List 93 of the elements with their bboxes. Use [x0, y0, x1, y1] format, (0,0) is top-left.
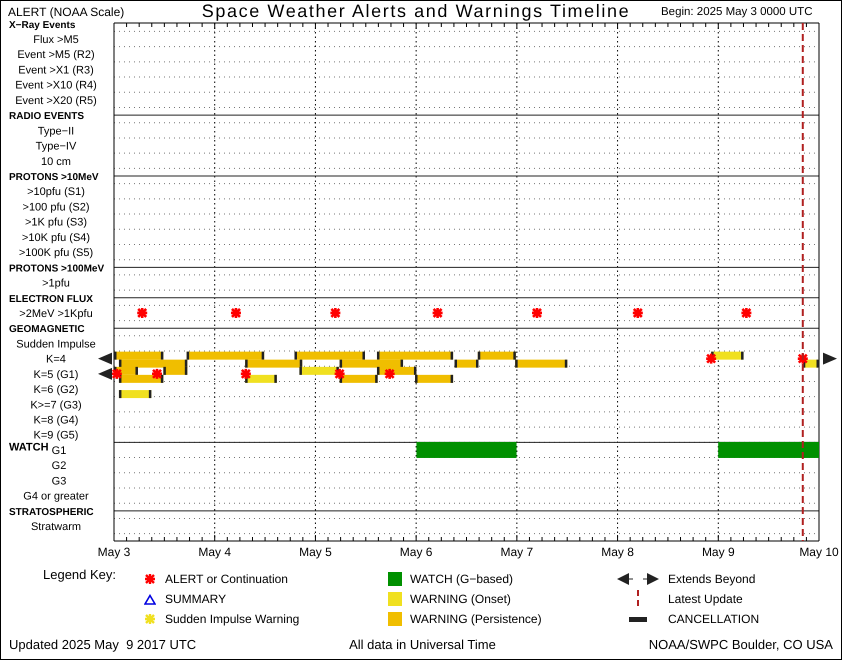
axis-tick-label: May 5	[299, 545, 332, 559]
row-label: K=5 (G1)	[34, 368, 78, 381]
warning-bar	[118, 390, 152, 398]
color-swatch	[388, 612, 402, 626]
row-label: >1pfu	[42, 278, 70, 290]
alert-marker	[136, 306, 148, 320]
right-arrow-icon	[823, 352, 837, 365]
section-heading: ELECTRON FLUX	[9, 294, 93, 305]
dashed-line-icon	[636, 590, 640, 608]
triangle-icon	[144, 594, 156, 604]
row-label: >100 pfu (S2)	[22, 201, 90, 214]
row-label: Event >X10 (R4)	[15, 80, 97, 92]
legend-label: Extends Beyond	[668, 572, 756, 586]
source-label: NOAA/SWPC Boulder, CO USA	[648, 637, 833, 654]
warning-bar	[114, 352, 164, 360]
section-heading: STRATOSPHERIC	[9, 506, 94, 518]
row-label: >1K pfu (S3)	[24, 216, 88, 229]
row-label: >2MeV >1Kpfu	[19, 308, 93, 320]
row-label: Sudden Impulse	[16, 338, 96, 350]
left-arrow-icon	[98, 368, 112, 380]
row-label: K>=7 (G3)	[30, 399, 82, 412]
warning-bar	[515, 360, 568, 368]
time-note: All data in Universal Time	[349, 637, 496, 654]
alert-marker	[431, 306, 444, 320]
axis-tick-label: May 7	[500, 545, 534, 559]
scale-label: ALERT (NOAA Scale)	[7, 4, 126, 18]
alert-marker	[704, 352, 718, 365]
warning-bar	[245, 374, 277, 383]
section-heading: RADIO EVENTS	[9, 111, 84, 122]
row-label: 10 cm	[41, 156, 71, 168]
alert-marker	[333, 368, 346, 380]
row-label: G1	[52, 444, 66, 457]
row-label: G3	[52, 475, 66, 488]
axis-tick-label: May 10	[799, 545, 839, 559]
section-heading: WATCH	[9, 441, 49, 454]
star-icon	[144, 613, 156, 625]
alert-marker	[383, 368, 396, 380]
section-heading: GEOMAGNETIC	[9, 324, 85, 336]
warning-bar	[340, 374, 378, 383]
row-label: Event >M5 (R2)	[17, 49, 95, 62]
row-label: K=6 (G2)	[34, 384, 78, 396]
alert-marker	[230, 306, 242, 320]
warning-bar	[415, 374, 454, 383]
row-label: >10pfu (S1)	[27, 186, 85, 198]
alert-marker	[329, 306, 342, 320]
row-label: Event >X20 (R5)	[15, 94, 97, 107]
alert-marker	[150, 368, 164, 380]
row-label: Type−IV	[36, 140, 76, 153]
section-heading: PROTONS >100MeV	[9, 263, 104, 274]
row-label: Stratwarm	[30, 521, 82, 534]
legend-label: WARNING (Onset)	[410, 592, 511, 606]
color-swatch	[388, 572, 402, 586]
alert-marker	[796, 352, 810, 365]
axis-tick-label: May 8	[601, 545, 634, 559]
legend-label: CANCELLATION	[668, 612, 760, 626]
axis-tick-label: May 3	[98, 545, 130, 559]
section-heading: X−Ray Events	[9, 21, 76, 31]
double-arrow-icon	[616, 572, 660, 586]
legend-label: Latest Update	[668, 592, 743, 606]
warning-bar	[711, 352, 744, 360]
row-label: G4 or greater	[23, 490, 89, 503]
axis-tick-label: May 4	[198, 545, 232, 559]
row-label: K=8 (G4)	[34, 414, 78, 427]
row-label: K=4	[46, 354, 66, 366]
row-label: >10K pfu (S4)	[22, 232, 90, 244]
alert-marker	[632, 306, 644, 320]
legend-label: ALERT or Continuation	[165, 572, 288, 586]
row-label: K=9 (G5)	[34, 430, 78, 442]
axis-tick-label: May 6	[400, 545, 432, 559]
alert-marker	[530, 306, 544, 320]
alert-marker	[110, 368, 124, 380]
chart-title: Space Weather Alerts and Warnings Timeline	[200, 1, 632, 22]
legend-label: Sudden Impulse Warning	[165, 612, 300, 626]
warning-bar	[294, 352, 365, 360]
section-heading: PROTONS >10MeV	[9, 172, 99, 183]
row-label: Flux >M5	[33, 34, 79, 46]
color-swatch	[388, 592, 402, 606]
left-arrow-icon	[98, 352, 112, 365]
alert-marker	[740, 306, 753, 320]
legend-label: SUMMARY	[165, 592, 226, 606]
row-label: Type−II	[38, 125, 74, 138]
cancellation-bar-icon	[629, 616, 647, 622]
legend-label: WARNING (Persistence)	[410, 612, 542, 626]
legend-title: Legend Key:	[43, 567, 118, 584]
begin-time: Begin: 2025 May 3 0000 UTC	[661, 6, 814, 18]
row-label: Event >X1 (R3)	[18, 64, 94, 76]
updated-time: Updated 2025 May 9 2017 UTC	[9, 637, 196, 654]
legend-label: WATCH (G−based)	[410, 572, 514, 586]
row-label: G2	[52, 460, 66, 472]
axis-tick-label: May 9	[702, 545, 735, 559]
row-label: >100K pfu (S5)	[18, 247, 94, 260]
alert-marker	[240, 368, 252, 380]
alert-star-icon	[144, 573, 156, 585]
